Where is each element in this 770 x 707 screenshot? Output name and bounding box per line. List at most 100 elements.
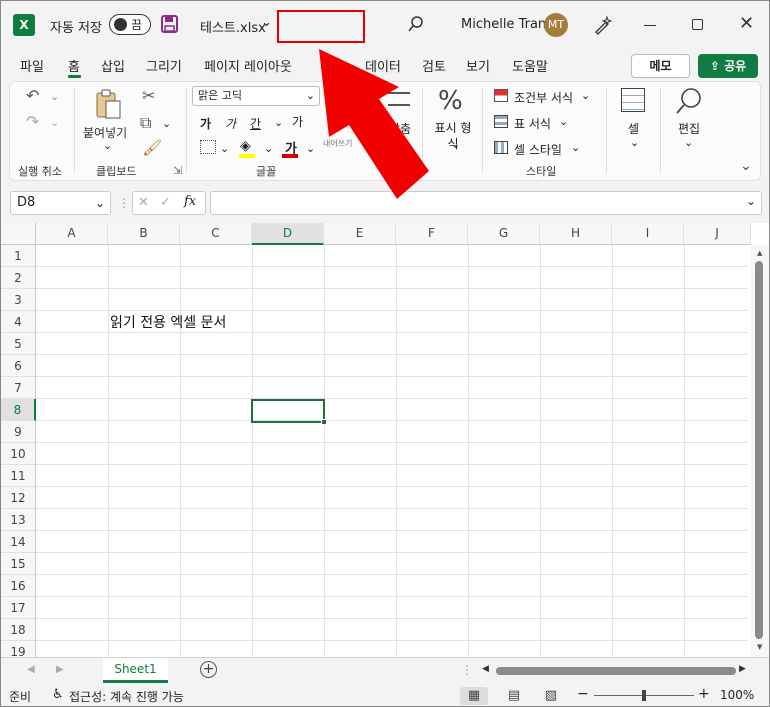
memo-button[interactable]: 메모 [631, 54, 690, 78]
cut-icon[interactable]: ✂ [142, 86, 155, 105]
row-header[interactable]: 12 [1, 487, 36, 509]
borders-dropdown-icon[interactable]: ⌄ [220, 142, 229, 155]
undo-icon[interactable]: ↶ [26, 86, 39, 105]
fill-color-icon[interactable]: ◈ [240, 138, 251, 154]
column-header[interactable]: F [396, 223, 468, 245]
column-header[interactable]: H [540, 223, 612, 245]
grow-font-button[interactable]: 가 [292, 113, 303, 130]
row-header[interactable]: 6 [1, 355, 36, 377]
scroll-right-icon[interactable]: ▶ [739, 664, 746, 674]
cells-dropdown-icon[interactable]: ⌄ [630, 136, 639, 149]
tab-insert[interactable]: 삽입 [101, 56, 125, 75]
row-header[interactable]: 17 [1, 597, 36, 619]
row-header[interactable]: 8 [1, 399, 36, 421]
copy-dropdown-icon[interactable]: ⌄ [162, 117, 171, 130]
tab-file[interactable]: 파일 [20, 56, 44, 75]
row-header[interactable]: 14 [1, 531, 36, 553]
conditional-format-button[interactable]: 조건부 서식 [514, 89, 573, 106]
zoom-level[interactable]: 100% [720, 688, 754, 702]
tab-view[interactable]: 보기 [466, 56, 490, 75]
format-painter-icon[interactable]: 🖌 [142, 138, 162, 157]
row-header[interactable]: 13 [1, 509, 36, 531]
insert-function-button[interactable]: fx [184, 194, 196, 209]
percent-icon[interactable]: % [438, 86, 463, 116]
tab-home[interactable]: 홈 [68, 56, 80, 75]
column-header[interactable]: B [108, 223, 180, 245]
paste-dropdown-icon[interactable]: ⌄ [103, 139, 112, 152]
enter-icon[interactable]: ✓ [160, 195, 171, 210]
formula-input[interactable]: ⌄ [210, 191, 762, 215]
redo-icon[interactable]: ↷ [26, 112, 39, 131]
zoom-slider-thumb[interactable] [642, 690, 646, 701]
row-header[interactable]: 15 [1, 553, 36, 575]
cancel-icon[interactable]: ✕ [138, 195, 149, 210]
font-color-dropdown-icon[interactable]: ⌄ [306, 142, 315, 155]
save-icon[interactable] [161, 15, 178, 33]
cell-style-button[interactable]: 셀 스타일 [514, 141, 562, 158]
cell-style-icon[interactable] [494, 141, 508, 154]
column-header[interactable]: I [612, 223, 684, 245]
row-header[interactable]: 1 [1, 245, 36, 267]
minimize-icon[interactable] [644, 25, 656, 26]
fill-dropdown-icon[interactable]: ⌄ [264, 142, 273, 155]
row-header[interactable]: 16 [1, 575, 36, 597]
horizontal-scroll-thumb[interactable] [496, 667, 736, 675]
row-header[interactable]: 3 [1, 289, 36, 311]
find-icon[interactable] [674, 86, 704, 119]
column-header[interactable]: J [684, 223, 751, 245]
row-header[interactable]: 11 [1, 465, 36, 487]
zoom-in-icon[interactable]: + [698, 686, 710, 702]
column-header[interactable]: A [36, 223, 108, 245]
table-format-icon[interactable] [494, 115, 508, 128]
scroll-up-icon[interactable]: ▲ [757, 249, 762, 257]
zoom-out-icon[interactable]: − [577, 686, 589, 702]
file-name[interactable]: 테스트.xlsx [200, 17, 266, 36]
splitter-icon[interactable]: ⋮ [461, 663, 473, 677]
cells-icon[interactable] [621, 88, 645, 112]
column-header[interactable]: E [324, 223, 396, 245]
column-header[interactable]: D [252, 223, 324, 245]
accessibility-icon[interactable]: ♿ [52, 687, 64, 702]
borders-icon[interactable] [200, 140, 216, 154]
align-label[interactable]: 맞춤 [389, 120, 411, 137]
row-header[interactable]: 5 [1, 333, 36, 355]
close-icon[interactable]: ✕ [739, 13, 754, 34]
search-icon[interactable] [407, 15, 425, 36]
chevron-down-icon[interactable]: ⌄ [581, 89, 590, 102]
accessibility-status[interactable]: 접근성: 계속 진행 가능 [69, 688, 184, 705]
paste-icon[interactable] [94, 88, 122, 123]
dialog-launcher-icon[interactable]: ⇲ [173, 164, 182, 177]
copy-icon[interactable]: ⧉ [140, 113, 151, 133]
share-button[interactable]: ⇪ 공유 [698, 54, 758, 78]
sheet-tab[interactable]: Sheet1 [103, 658, 168, 683]
add-sheet-icon[interactable]: + [200, 661, 217, 678]
page-break-view-icon[interactable]: ▧ [537, 687, 565, 705]
page-layout-view-icon[interactable]: ▤ [500, 687, 528, 705]
bold-button[interactable]: 가 [200, 115, 211, 132]
tab-formulas[interactable]: 수식 [320, 56, 344, 75]
row-header[interactable]: 18 [1, 619, 36, 641]
row-header[interactable]: 10 [1, 443, 36, 465]
maximize-icon[interactable] [692, 19, 703, 30]
tab-draw[interactable]: 그리기 [146, 56, 182, 75]
vertical-scrollbar[interactable]: ▲ ▼ [751, 245, 769, 657]
fill-handle[interactable] [321, 419, 327, 425]
prev-sheet-icon[interactable]: ◀ [27, 664, 35, 675]
cells-label[interactable]: 셀 [628, 120, 639, 137]
ribbon-expand-icon[interactable]: ⌄ [740, 158, 752, 174]
underline-dropdown-icon[interactable]: ⌄ [274, 116, 283, 129]
autosave-toggle[interactable]: 끔 [109, 14, 151, 35]
worksheet-grid[interactable]: A B C D E F G H I J 1 2 3 4 5 6 7 8 9 10 11 12 13 14 1… [1, 223, 769, 663]
cell-b4[interactable]: 읽기 전용 엑셀 문서 [110, 312, 226, 332]
scroll-thumb[interactable] [755, 261, 763, 639]
font-name-select[interactable]: 맑은 고딕 ⌄ [192, 86, 320, 106]
name-box[interactable]: D8 ⌄ [10, 191, 111, 215]
edit-dropdown-icon[interactable]: ⌄ [684, 136, 693, 149]
tab-page-layout[interactable]: 페이지 레이아웃 [204, 56, 292, 75]
scroll-down-icon[interactable]: ▼ [757, 643, 762, 651]
italic-button[interactable]: 가 [225, 115, 236, 132]
indent-label[interactable]: 내어쓰기 [323, 138, 352, 149]
table-format-button[interactable]: 표 서식 [514, 115, 551, 132]
tab-review[interactable]: 검토 [422, 56, 446, 75]
scroll-left-icon[interactable]: ◀ [482, 664, 489, 674]
